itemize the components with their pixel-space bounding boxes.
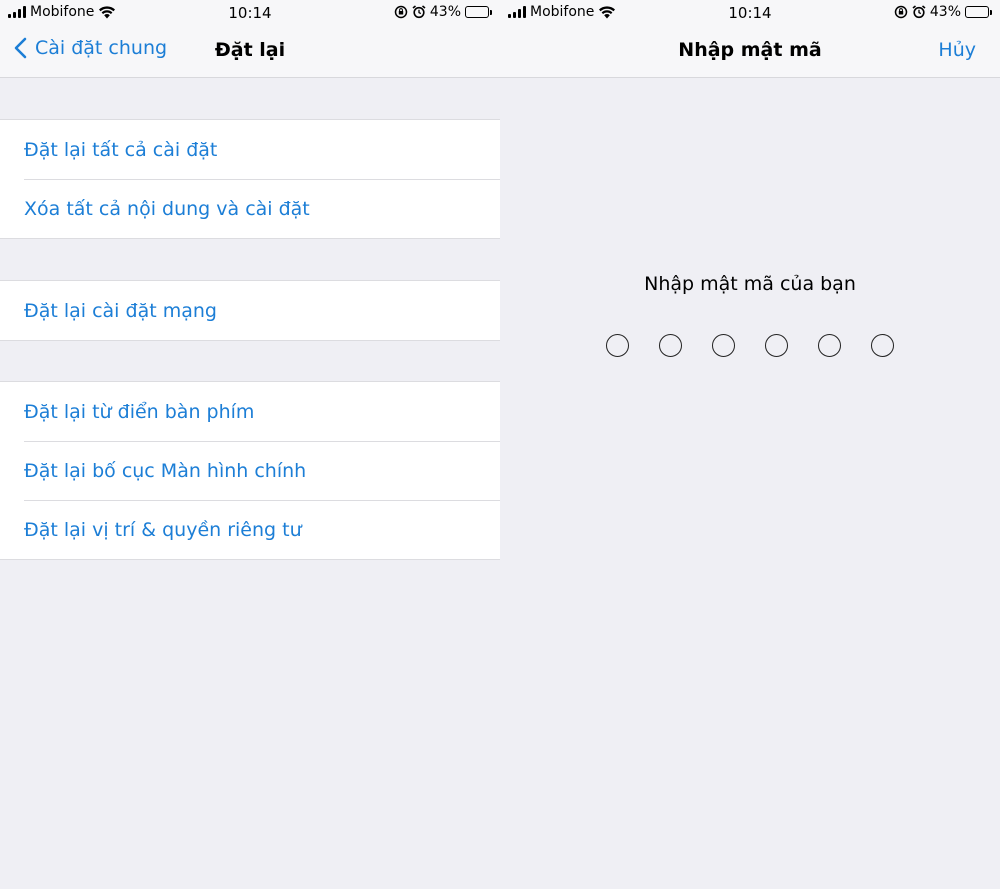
erase-all-content-row[interactable]: Xóa tất cả nội dung và cài đặt <box>0 179 500 238</box>
navigation-bar: Nhập mật mã Hủy <box>500 26 1000 78</box>
battery-icon <box>465 6 492 18</box>
reset-network-settings-row[interactable]: Đặt lại cài đặt mạng <box>0 281 500 340</box>
passcode-dot <box>765 334 788 357</box>
orientation-lock-icon <box>394 5 408 19</box>
row-label: Đặt lại cài đặt mạng <box>24 299 217 322</box>
passcode-dot <box>659 334 682 357</box>
passcode-dots[interactable] <box>606 334 894 357</box>
status-bar: Mobifone 10:14 43% <box>0 0 500 26</box>
row-label: Đặt lại vị trí & quyền riêng tư <box>24 518 302 541</box>
status-bar: Mobifone 10:14 43% <box>500 0 1000 26</box>
passcode-prompt: Nhập mật mã của bạn <box>644 273 856 295</box>
battery-percent: 43% <box>429 4 461 20</box>
passcode-screen: Mobifone 10:14 43% Nhập mật mã Hủy Nhập … <box>500 0 1000 889</box>
reset-home-screen-layout-row[interactable]: Đặt lại bố cục Màn hình chính <box>0 441 500 500</box>
navigation-bar: Cài đặt chung Đặt lại <box>0 26 500 78</box>
passcode-dot <box>606 334 629 357</box>
row-label: Đặt lại từ điển bàn phím <box>24 400 255 423</box>
row-label: Đặt lại bố cục Màn hình chính <box>24 459 307 482</box>
status-right-group: 43% <box>894 4 992 20</box>
passcode-dot <box>712 334 735 357</box>
alarm-icon <box>912 5 926 19</box>
orientation-lock-icon <box>894 5 908 19</box>
reset-keyboard-dictionary-row[interactable]: Đặt lại từ điển bàn phím <box>0 382 500 441</box>
reset-screen: Mobifone 10:14 43% Cài đặt chung Đặt lại… <box>0 0 500 889</box>
battery-icon <box>965 6 992 18</box>
alarm-icon <box>412 5 426 19</box>
reset-group-1: Đặt lại tất cả cài đặt Xóa tất cả nội du… <box>0 119 500 239</box>
passcode-dot <box>818 334 841 357</box>
battery-percent: 43% <box>929 4 961 20</box>
row-label: Xóa tất cả nội dung và cài đặt <box>24 197 310 220</box>
cancel-button[interactable]: Hủy <box>938 39 976 61</box>
reset-all-settings-row[interactable]: Đặt lại tất cả cài đặt <box>0 120 500 179</box>
reset-group-3: Đặt lại từ điển bàn phím Đặt lại bố cục … <box>0 381 500 560</box>
page-title: Đặt lại <box>214 39 286 61</box>
status-right-group: 43% <box>394 4 492 20</box>
reset-group-2: Đặt lại cài đặt mạng <box>0 280 500 341</box>
reset-location-privacy-row[interactable]: Đặt lại vị trí & quyền riêng tư <box>0 500 500 559</box>
passcode-dot <box>871 334 894 357</box>
row-label: Đặt lại tất cả cài đặt <box>24 138 218 161</box>
page-title: Nhập mật mã <box>678 39 822 61</box>
